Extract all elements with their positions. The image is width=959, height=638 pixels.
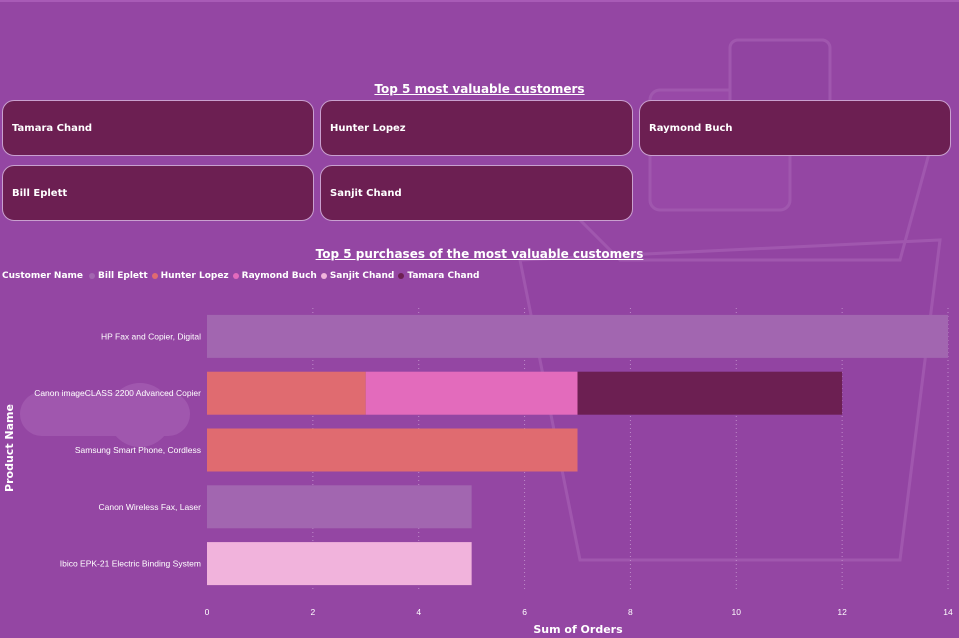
x-tick-label: 10 <box>732 607 742 617</box>
bar[interactable] <box>207 314 948 358</box>
bar[interactable] <box>365 371 578 415</box>
y-tick-label: Canon imageCLASS 2200 Advanced Copier <box>34 388 201 398</box>
y-tick-label: Canon Wireless Fax, Laser <box>98 502 201 512</box>
bar[interactable] <box>207 485 472 529</box>
x-tick-label: 6 <box>522 607 527 617</box>
y-tick-label: Ibico EPK-21 Electric Binding System <box>60 559 201 569</box>
x-tick-label: 2 <box>310 607 315 617</box>
y-axis-title: Product Name <box>3 404 16 492</box>
y-tick-label: Samsung Smart Phone, Cordless <box>75 445 201 455</box>
bar[interactable] <box>207 542 472 586</box>
x-tick-label: 8 <box>628 607 633 617</box>
bar[interactable] <box>207 428 578 472</box>
bar[interactable] <box>577 371 843 415</box>
x-tick-label: 0 <box>205 607 210 617</box>
x-tick-label: 14 <box>943 607 953 617</box>
x-axis-title: Sum of Orders <box>533 623 623 636</box>
bar[interactable] <box>207 371 366 415</box>
x-tick-label: 4 <box>416 607 421 617</box>
y-tick-label: HP Fax and Copier, Digital <box>101 331 201 341</box>
x-tick-label: 12 <box>837 607 847 617</box>
bar-chart: HP Fax and Copier, Digital Canon imageCLA… <box>3 308 953 636</box>
